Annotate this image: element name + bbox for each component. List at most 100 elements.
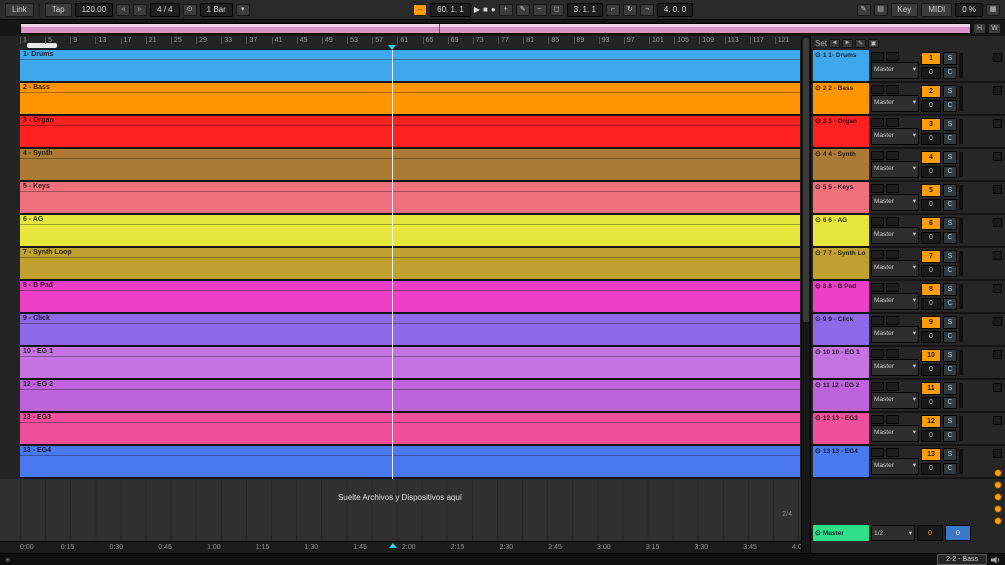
track-title[interactable]: ⊙ 5 5 - Keys bbox=[813, 182, 869, 213]
track-header-row[interactable]: ⊙ 7 7 - Synth Lo Master ▾ 7 0 S C bbox=[811, 248, 1005, 281]
output-routing-select[interactable]: Master ▾ bbox=[871, 62, 919, 79]
monitor-in-button[interactable] bbox=[871, 415, 884, 424]
volume-display[interactable]: 0 bbox=[921, 330, 941, 343]
track-fold-icon[interactable]: ⊙ bbox=[815, 217, 821, 224]
track-header-row[interactable]: ⊙ 5 5 - Keys Master ▾ 5 0 S C bbox=[811, 182, 1005, 215]
volume-display[interactable]: 0 bbox=[921, 99, 941, 112]
pan-display[interactable]: C bbox=[943, 363, 957, 376]
track-header-row[interactable]: ⊙ 10 10 - EG 1 Master ▾ 10 0 S C bbox=[811, 347, 1005, 380]
master-cue-display[interactable]: 0 bbox=[945, 525, 971, 541]
track-fold-icon[interactable]: ⊙ bbox=[815, 52, 821, 59]
track-lane-10[interactable]: 10 - EG 1 bbox=[20, 347, 800, 380]
solo-button[interactable]: S bbox=[943, 448, 957, 461]
crossfade-assign-button[interactable] bbox=[992, 449, 1002, 458]
track-lane-13[interactable]: 13 - EG4 bbox=[20, 446, 800, 479]
monitor-auto-button[interactable] bbox=[886, 217, 899, 226]
volume-display[interactable]: 0 bbox=[921, 198, 941, 211]
beat-time-ruler[interactable]: 1 5 9 13 17 21 25 29 33 37 41 45 49 53 57 61 65 69 73 77 81 8… bbox=[20, 36, 800, 50]
volume-display[interactable]: 0 bbox=[921, 297, 941, 310]
track-header-row[interactable]: ⊙ 1 1- Drums Master ▾ 1 0 S C bbox=[811, 50, 1005, 83]
automation-mode-icon[interactable]: ~ bbox=[532, 3, 547, 16]
master-track-header[interactable]: ⊙ Master 1/2 ▾ 0 0 bbox=[811, 525, 1005, 541]
track-title[interactable]: ⊙ 4 4 - Synth bbox=[813, 149, 869, 180]
monitor-auto-button[interactable] bbox=[886, 382, 899, 391]
pan-display[interactable]: C bbox=[943, 66, 957, 79]
next-marker-icon[interactable]: ► bbox=[842, 38, 854, 48]
track-activator-button[interactable]: 1 bbox=[921, 52, 941, 65]
punch-out-icon[interactable]: ¬ bbox=[639, 3, 654, 16]
key-map-button[interactable]: Key bbox=[890, 2, 919, 17]
monitor-in-button[interactable] bbox=[871, 85, 884, 94]
loop-start-field[interactable]: 3. 1. 1 bbox=[566, 2, 603, 17]
record-button[interactable]: ● bbox=[491, 5, 496, 14]
solo-button[interactable]: S bbox=[943, 184, 957, 197]
clip-region[interactable] bbox=[20, 93, 800, 114]
solo-button[interactable]: S bbox=[943, 250, 957, 263]
output-routing-select[interactable]: Master ▾ bbox=[871, 260, 919, 277]
solo-button[interactable]: S bbox=[943, 52, 957, 65]
track-title[interactable]: ⊙ 13 13 - EG4 bbox=[813, 446, 869, 477]
output-routing-select[interactable]: Master ▾ bbox=[871, 128, 919, 145]
monitor-in-button[interactable] bbox=[871, 151, 884, 160]
clip-region[interactable] bbox=[20, 192, 800, 213]
orange-dot-icon[interactable] bbox=[994, 505, 1002, 513]
monitor-auto-button[interactable] bbox=[886, 184, 899, 193]
crossfade-assign-button[interactable] bbox=[992, 152, 1002, 161]
draw-mode-icon[interactable]: ✎ bbox=[515, 3, 530, 16]
track-fold-icon[interactable]: ⊙ bbox=[815, 349, 821, 356]
solo-button[interactable]: S bbox=[943, 415, 957, 428]
track-activator-button[interactable]: 13 bbox=[921, 448, 941, 461]
output-routing-select[interactable]: Master ▾ bbox=[871, 95, 919, 112]
crossfade-assign-button[interactable] bbox=[992, 86, 1002, 95]
track-header-row[interactable]: ⊙ 8 8 - B Pad Master ▾ 8 0 S C bbox=[811, 281, 1005, 314]
crossfade-assign-button[interactable] bbox=[992, 218, 1002, 227]
pan-display[interactable]: C bbox=[943, 264, 957, 277]
pan-display[interactable]: C bbox=[943, 99, 957, 112]
nudge-down-icon[interactable]: ◃ bbox=[116, 3, 131, 16]
monitor-in-button[interactable] bbox=[871, 217, 884, 226]
track-lane-2[interactable]: 2 - Bass bbox=[20, 83, 800, 116]
track-title[interactable]: ⊙ 3 3 - Organ bbox=[813, 116, 869, 147]
loop-length-field[interactable]: 4. 0. 0 bbox=[656, 2, 694, 17]
output-routing-select[interactable]: Master ▾ bbox=[871, 293, 919, 310]
track-lane-11[interactable]: 12 - EG 2 bbox=[20, 380, 800, 413]
track-fold-icon[interactable]: ⊙ bbox=[815, 283, 821, 290]
orange-dot-icon[interactable] bbox=[994, 481, 1002, 489]
crossfade-assign-button[interactable] bbox=[992, 416, 1002, 425]
monitor-in-button[interactable] bbox=[871, 283, 884, 292]
volume-display[interactable]: 0 bbox=[921, 132, 941, 145]
tap-tempo-button[interactable]: Tap bbox=[44, 2, 72, 17]
master-fold-icon[interactable]: ⊙ bbox=[815, 530, 821, 537]
monitor-in-button[interactable] bbox=[871, 184, 884, 193]
crossfade-assign-button[interactable] bbox=[992, 185, 1002, 194]
pan-display[interactable]: C bbox=[943, 330, 957, 343]
monitor-auto-button[interactable] bbox=[886, 85, 899, 94]
track-drop-area[interactable]: Suelte Archivos y Dispositivos aquí 2/4 bbox=[0, 479, 810, 541]
crossfade-assign-button[interactable] bbox=[992, 53, 1002, 62]
crossfade-assign-button[interactable] bbox=[992, 383, 1002, 392]
crossfade-assign-button[interactable] bbox=[992, 350, 1002, 359]
track-fold-icon[interactable]: ⊙ bbox=[815, 382, 821, 389]
track-activator-button[interactable]: 2 bbox=[921, 85, 941, 98]
crossfade-assign-button[interactable] bbox=[992, 251, 1002, 260]
track-title[interactable]: ⊙ 2 2 - Bass bbox=[813, 83, 869, 114]
track-header-row[interactable]: ⊙ 12 13 - EG3 Master ▾ 12 0 S C bbox=[811, 413, 1005, 446]
monitor-in-button[interactable] bbox=[871, 316, 884, 325]
volume-display[interactable]: 0 bbox=[921, 363, 941, 376]
show-hide-w-button[interactable]: W bbox=[988, 22, 1001, 34]
track-activator-button[interactable]: 9 bbox=[921, 316, 941, 329]
output-routing-select[interactable]: Master ▾ bbox=[871, 458, 919, 475]
track-fold-icon[interactable]: ⊙ bbox=[815, 118, 821, 125]
crossfade-assign-button[interactable] bbox=[992, 284, 1002, 293]
output-routing-select[interactable]: Master ▾ bbox=[871, 227, 919, 244]
volume-display[interactable]: 0 bbox=[921, 165, 941, 178]
clip-region[interactable] bbox=[20, 60, 800, 81]
arrangement-position-field[interactable]: 60. 1. 1 bbox=[430, 2, 471, 17]
track-activator-button[interactable]: 11 bbox=[921, 382, 941, 395]
show-hide-h-button[interactable]: H bbox=[973, 22, 986, 34]
track-activator-button[interactable]: 8 bbox=[921, 283, 941, 296]
volume-display[interactable]: 0 bbox=[921, 231, 941, 244]
track-fold-icon[interactable]: ⊙ bbox=[815, 151, 821, 158]
draw-icon[interactable]: ✎ bbox=[856, 3, 871, 16]
quantize-dropdown-icon[interactable]: ▾ bbox=[235, 3, 250, 16]
